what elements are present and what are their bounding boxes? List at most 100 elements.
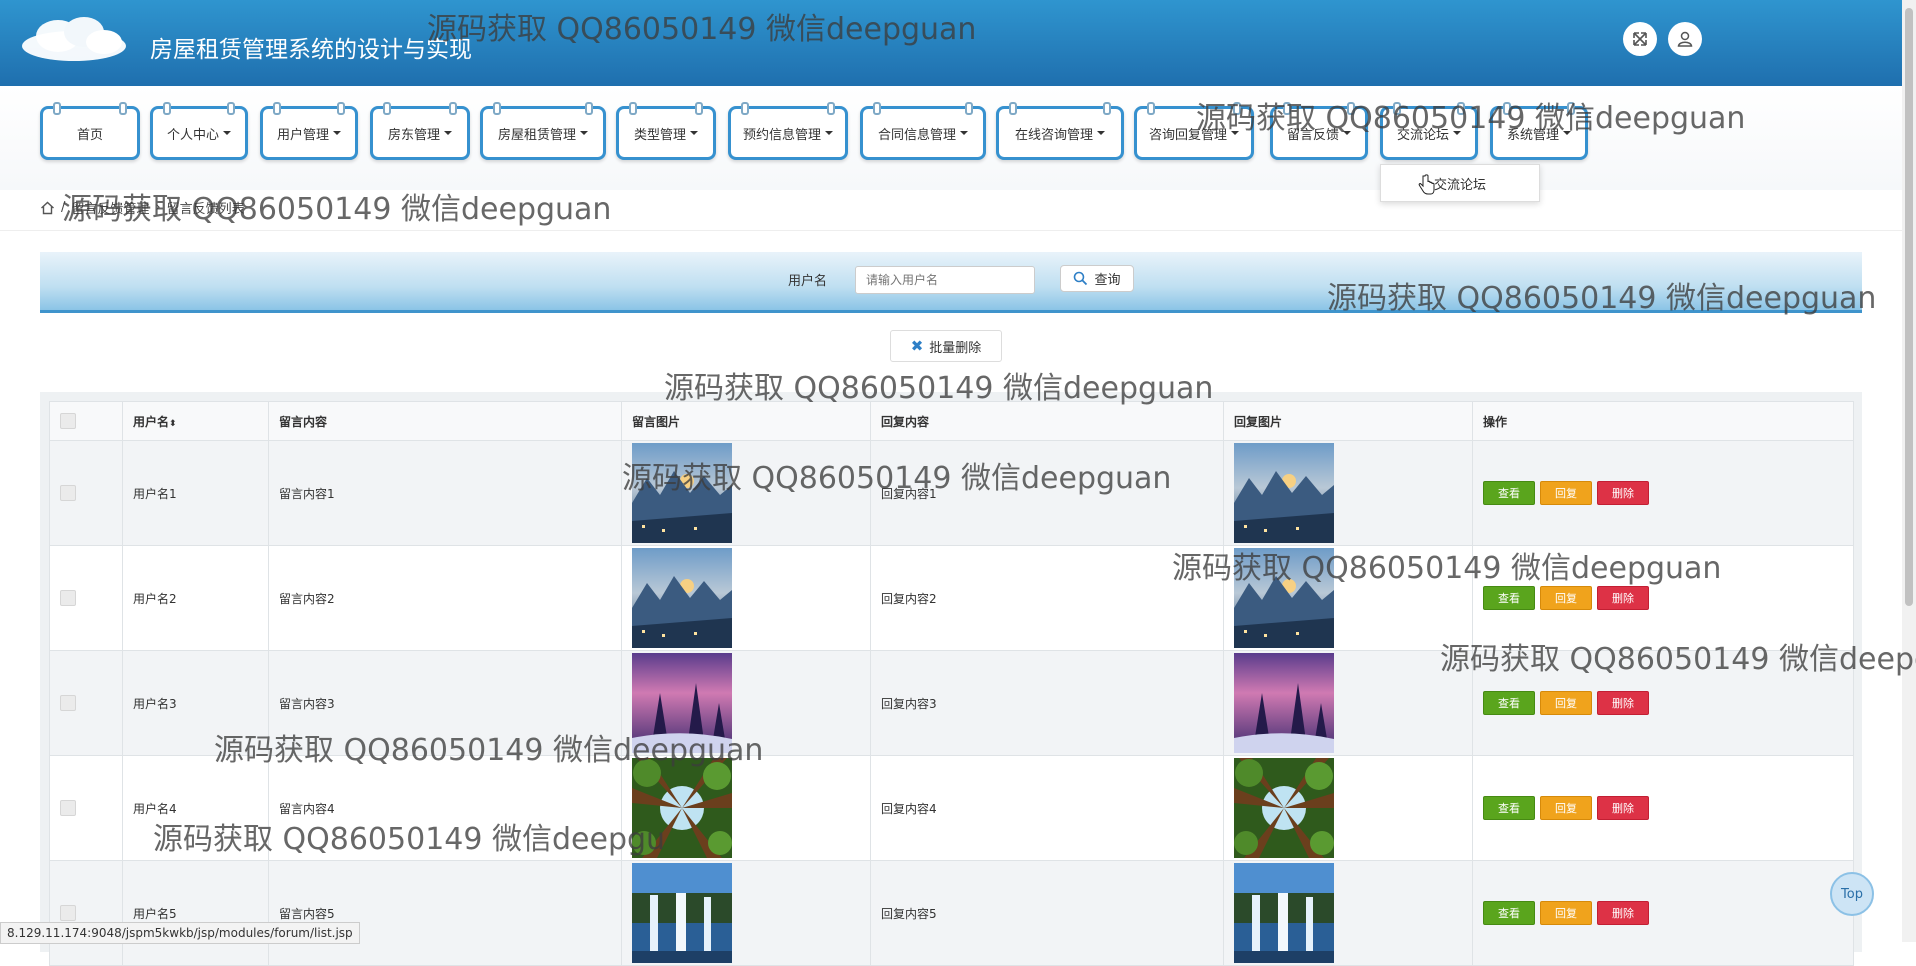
image-thumbnail[interactable] bbox=[632, 653, 732, 753]
binder-ring bbox=[1347, 102, 1355, 115]
reply-button[interactable]: 回复 bbox=[1540, 586, 1592, 610]
image-thumbnail[interactable] bbox=[1234, 863, 1334, 963]
table-row: 用户名5 留言内容5 回复内容5 查看 回复 删除 bbox=[49, 860, 1854, 966]
nav-menu-3[interactable]: 用户管理 bbox=[260, 102, 358, 160]
column-header-label: 用户名 bbox=[133, 414, 170, 429]
nav-menu-label: 用户管理 bbox=[276, 127, 329, 143]
cell-reply-image bbox=[1223, 545, 1473, 651]
breadcrumb-parent[interactable]: 留言反馈管理 bbox=[71, 198, 149, 217]
binder-ring bbox=[1009, 102, 1017, 115]
search-icon bbox=[1074, 271, 1088, 286]
column-header-user[interactable]: 用户名⬍ bbox=[122, 401, 269, 441]
nav-menu-label: 预约信息管理 bbox=[742, 127, 821, 143]
cell-reply-image bbox=[1223, 650, 1473, 756]
table-header-row: 用户名⬍ 留言内容 留言图片 回复内容 回复图片 操作 bbox=[49, 401, 1854, 441]
table-row: 用户名4 留言内容4 回复内容4 查看 回复 删除 bbox=[49, 755, 1854, 861]
image-thumbnail[interactable] bbox=[1234, 758, 1334, 858]
nav-menu-label: 房东管理 bbox=[387, 127, 440, 143]
cell-image bbox=[621, 755, 871, 861]
batch-delete-button[interactable]: ✖ 批量删除 bbox=[890, 330, 1002, 362]
nav-menu-1[interactable]: 首页 bbox=[40, 102, 140, 160]
row-checkbox[interactable] bbox=[60, 905, 76, 921]
binder-ring bbox=[1393, 102, 1401, 115]
image-thumbnail[interactable] bbox=[632, 863, 732, 963]
back-to-top-button[interactable]: Top bbox=[1830, 872, 1874, 916]
view-button[interactable]: 查看 bbox=[1483, 901, 1535, 925]
cell-user: 用户名2 bbox=[122, 545, 269, 651]
delete-button[interactable]: 删除 bbox=[1597, 586, 1649, 610]
nav-menu-4[interactable]: 房东管理 bbox=[370, 102, 470, 160]
page-scrollbar-thumb[interactable] bbox=[1905, 8, 1913, 606]
row-select-cell bbox=[49, 650, 123, 756]
breadcrumb-current: 留言反馈列表 bbox=[166, 202, 245, 217]
caret-down-icon bbox=[1563, 131, 1571, 135]
reply-button[interactable]: 回复 bbox=[1540, 901, 1592, 925]
row-checkbox[interactable] bbox=[60, 590, 76, 606]
user-profile-button[interactable] bbox=[1668, 22, 1702, 56]
nav-menu-9[interactable]: 在线咨询管理 bbox=[996, 102, 1124, 160]
cell-reply: 回复内容1 bbox=[870, 440, 1224, 546]
home-icon[interactable] bbox=[40, 201, 55, 215]
delete-button[interactable]: 删除 bbox=[1597, 481, 1649, 505]
cell-reply-image bbox=[1223, 755, 1473, 861]
row-select-cell bbox=[49, 440, 123, 546]
cell-image bbox=[621, 650, 871, 756]
nav-menu-11[interactable]: 留言反馈 bbox=[1270, 102, 1368, 160]
view-button[interactable]: 查看 bbox=[1483, 796, 1535, 820]
row-checkbox[interactable] bbox=[60, 485, 76, 501]
view-button[interactable]: 查看 bbox=[1483, 691, 1535, 715]
binder-ring bbox=[873, 102, 881, 115]
binder-ring bbox=[827, 102, 835, 115]
row-checkbox[interactable] bbox=[60, 695, 76, 711]
batch-delete-label: 批量删除 bbox=[929, 340, 982, 356]
breadcrumb: / 留言反馈管理 › 留言反馈列表 bbox=[40, 198, 245, 217]
binder-ring bbox=[53, 102, 61, 115]
app-header: 房屋租赁管理系统的设计与实现 bbox=[0, 0, 1902, 87]
nav-menu-5[interactable]: 房屋租赁管理 bbox=[480, 102, 606, 160]
fullscreen-button[interactable] bbox=[1623, 22, 1657, 56]
image-thumbnail[interactable] bbox=[1234, 443, 1334, 543]
cell-content: 留言内容2 bbox=[268, 545, 622, 651]
nav-menu-label: 首页 bbox=[76, 127, 103, 143]
nav-menu-label: 类型管理 bbox=[633, 127, 686, 143]
view-button[interactable]: 查看 bbox=[1483, 481, 1535, 505]
search-button[interactable]: 查询 bbox=[1060, 265, 1134, 292]
delete-button[interactable]: 删除 bbox=[1597, 691, 1649, 715]
column-header-content: 留言内容 bbox=[268, 401, 622, 441]
table-row: 用户名2 留言内容2 回复内容2 查看 回复 删除 bbox=[49, 545, 1854, 651]
dropdown-item-forum[interactable]: 交流论坛 bbox=[1380, 164, 1540, 202]
column-header-actions: 操作 bbox=[1472, 401, 1854, 441]
nav-menu-label: 房屋租赁管理 bbox=[497, 127, 576, 143]
nav-menu-13[interactable]: 系统管理 bbox=[1490, 102, 1588, 160]
select-all-checkbox[interactable] bbox=[60, 413, 76, 429]
row-checkbox[interactable] bbox=[60, 800, 76, 816]
image-thumbnail[interactable] bbox=[1234, 548, 1334, 648]
cell-reply: 回复内容4 bbox=[870, 755, 1224, 861]
reply-button[interactable]: 回复 bbox=[1540, 691, 1592, 715]
binder-ring bbox=[337, 102, 345, 115]
nav-menu-2[interactable]: 个人中心 bbox=[150, 102, 248, 160]
nav-menu-8[interactable]: 合同信息管理 bbox=[860, 102, 986, 160]
reply-button[interactable]: 回复 bbox=[1540, 481, 1592, 505]
hand-cursor-icon bbox=[1418, 174, 1435, 195]
view-button[interactable]: 查看 bbox=[1483, 586, 1535, 610]
cell-user: 用户名5 bbox=[122, 860, 269, 966]
nav-menu-12[interactable]: 交流论坛 bbox=[1380, 102, 1478, 160]
image-thumbnail[interactable] bbox=[632, 548, 732, 648]
nav-menu-10[interactable]: 咨询回复管理 bbox=[1134, 102, 1254, 160]
image-thumbnail[interactable] bbox=[632, 443, 732, 543]
caret-down-icon bbox=[1231, 131, 1239, 135]
cell-content: 留言内容5 bbox=[268, 860, 622, 966]
nav-menu-6[interactable]: 类型管理 bbox=[616, 102, 716, 160]
caret-down-icon bbox=[1453, 131, 1461, 135]
nav-menu-7[interactable]: 预约信息管理 bbox=[728, 102, 848, 160]
delete-button[interactable]: 删除 bbox=[1597, 901, 1649, 925]
search-input[interactable] bbox=[855, 266, 1035, 294]
reply-button[interactable]: 回复 bbox=[1540, 796, 1592, 820]
cell-user: 用户名1 bbox=[122, 440, 269, 546]
binder-ring bbox=[585, 102, 593, 115]
delete-button[interactable]: 删除 bbox=[1597, 796, 1649, 820]
cloud-logo-icon bbox=[22, 17, 126, 61]
image-thumbnail[interactable] bbox=[1234, 653, 1334, 753]
image-thumbnail[interactable] bbox=[632, 758, 732, 858]
